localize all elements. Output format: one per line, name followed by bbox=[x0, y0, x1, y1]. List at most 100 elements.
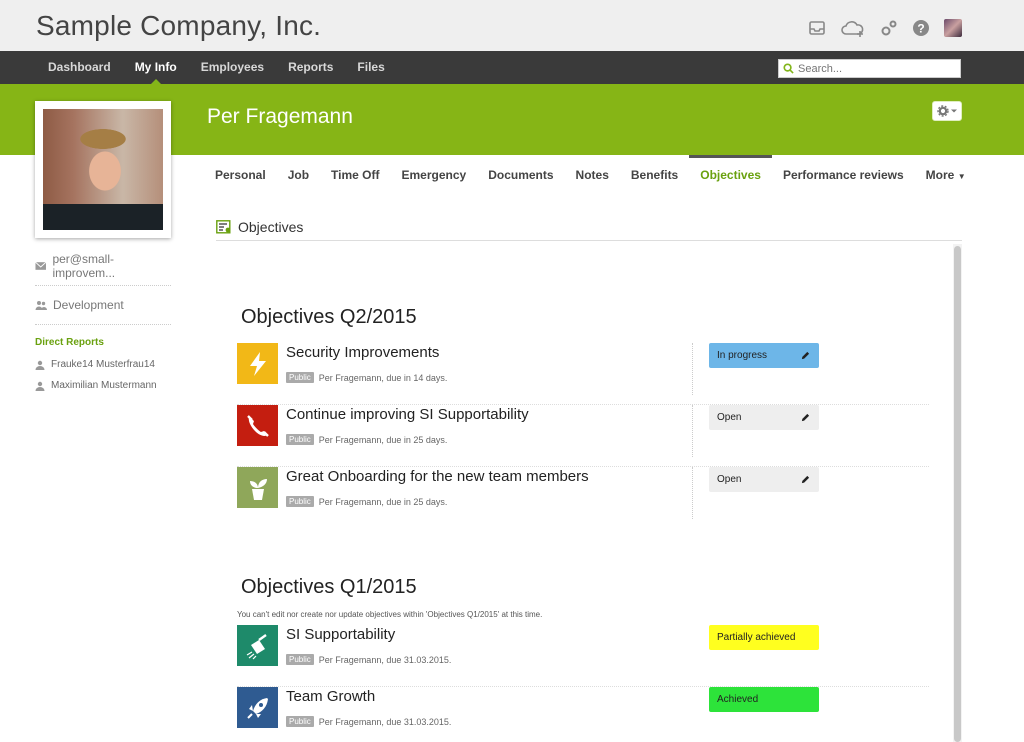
objective-row[interactable]: Continue improving SI Supportability Pub… bbox=[237, 405, 929, 467]
objective-tile bbox=[237, 687, 278, 728]
tab-more[interactable]: More ▼ bbox=[915, 155, 977, 195]
tab-personal[interactable]: Personal bbox=[204, 155, 277, 195]
pencil-icon bbox=[801, 413, 810, 422]
search-icon bbox=[783, 63, 794, 74]
top-header: Sample Company, Inc. ? bbox=[0, 0, 1024, 51]
pencil-icon bbox=[801, 351, 810, 360]
status-label-box: Partially achieved bbox=[709, 625, 819, 650]
objective-tile bbox=[237, 343, 278, 384]
visibility-badge: Public bbox=[286, 434, 314, 445]
tab-performance-reviews[interactable]: Performance reviews bbox=[772, 155, 915, 195]
visibility-badge: Public bbox=[286, 372, 314, 383]
profile-tabs: Personal Job Time Off Emergency Document… bbox=[204, 155, 977, 195]
status-label: Partially achieved bbox=[717, 632, 796, 643]
objective-owner-due: Per Fragemann, due 31.03.2015. bbox=[318, 654, 452, 665]
help-icon[interactable]: ? bbox=[912, 19, 930, 37]
direct-reports-title: Direct Reports bbox=[35, 337, 104, 348]
direct-report-item[interactable]: Maximilian Mustermann bbox=[35, 375, 171, 396]
profile-sidebar: per@small-improvem... Development Direct… bbox=[35, 251, 171, 396]
group-title: Objectives Q1/2015 bbox=[241, 576, 417, 598]
top-icons: ? bbox=[808, 19, 962, 37]
status-button[interactable]: Open bbox=[709, 467, 819, 492]
tab-documents[interactable]: Documents bbox=[477, 155, 564, 195]
objective-owner-due: Per Fragemann, due in 14 days. bbox=[318, 372, 448, 383]
tab-objectives[interactable]: Objectives bbox=[689, 155, 772, 195]
column-divider bbox=[692, 405, 693, 457]
nav-employees[interactable]: Employees bbox=[189, 51, 276, 84]
objective-row[interactable]: Team Growth Public Per Fragemann, due 31.… bbox=[237, 687, 929, 742]
department-text: Development bbox=[53, 298, 124, 312]
profile-settings-button[interactable] bbox=[932, 101, 962, 121]
email-row[interactable]: per@small-improvem... bbox=[35, 251, 171, 281]
tab-emergency[interactable]: Emergency bbox=[391, 155, 478, 195]
status-label: Achieved bbox=[717, 694, 759, 705]
envelope-icon bbox=[35, 261, 47, 270]
objective-owner-due: Per Fragemann, due in 25 days. bbox=[318, 434, 448, 445]
caret-down-icon: ▼ bbox=[957, 172, 966, 181]
profile-photo-image bbox=[43, 109, 163, 230]
objective-title[interactable]: Continue improving SI Supportability bbox=[286, 406, 529, 423]
main-nav: Dashboard My Info Employees Reports File… bbox=[0, 51, 1024, 85]
status-label: In progress bbox=[717, 350, 768, 361]
nav-my-info[interactable]: My Info bbox=[123, 51, 189, 85]
objective-row[interactable]: Great Onboarding for the new team member… bbox=[237, 467, 929, 529]
tab-benefits[interactable]: Benefits bbox=[620, 155, 689, 195]
rocket-icon bbox=[246, 697, 268, 719]
objective-row[interactable]: Security Improvements Public Per Frageman… bbox=[237, 343, 929, 405]
tab-job[interactable]: Job bbox=[277, 155, 320, 195]
objective-tile bbox=[237, 625, 278, 666]
objectives-list-icon bbox=[216, 220, 231, 234]
nav-dashboard[interactable]: Dashboard bbox=[36, 51, 123, 84]
objective-owner-due: Per Fragemann, due in 25 days. bbox=[318, 496, 448, 507]
person-name: Per Fragemann bbox=[207, 105, 353, 128]
objective-title[interactable]: Great Onboarding for the new team member… bbox=[286, 468, 589, 485]
objective-meta: Public Per Fragemann, due in 14 days. bbox=[286, 372, 447, 383]
plant-icon bbox=[249, 478, 267, 500]
user-avatar[interactable] bbox=[944, 19, 962, 37]
direct-report-name: Frauke14 Musterfrau14 bbox=[51, 359, 155, 370]
visibility-badge: Public bbox=[286, 496, 314, 507]
objective-title[interactable]: SI Supportability bbox=[286, 626, 395, 643]
objective-title[interactable]: Security Improvements bbox=[286, 344, 439, 361]
objective-tile bbox=[237, 405, 278, 446]
nav-reports[interactable]: Reports bbox=[276, 51, 345, 84]
department-row[interactable]: Development bbox=[35, 290, 171, 320]
objective-tile bbox=[237, 467, 278, 508]
phone-icon bbox=[246, 414, 269, 437]
cloud-upload-icon[interactable] bbox=[840, 19, 866, 37]
profile-photo bbox=[35, 101, 171, 238]
sidebar-divider bbox=[35, 324, 171, 325]
tab-notes[interactable]: Notes bbox=[565, 155, 620, 195]
person-icon bbox=[35, 381, 45, 391]
section-header: Objectives bbox=[216, 214, 962, 241]
objective-meta: Public Per Fragemann, due 31.03.2015. bbox=[286, 716, 451, 727]
objective-row[interactable]: SI Supportability Public Per Fragemann, d… bbox=[237, 625, 929, 687]
objective-meta: Public Per Fragemann, due in 25 days. bbox=[286, 496, 447, 507]
objective-meta: Public Per Fragemann, due 31.03.2015. bbox=[286, 654, 451, 665]
status-label: Open bbox=[717, 412, 742, 423]
lightning-icon bbox=[249, 351, 266, 376]
scrollbar-thumb[interactable] bbox=[954, 246, 961, 742]
tab-time-off[interactable]: Time Off bbox=[320, 155, 390, 195]
settings-gears-icon[interactable] bbox=[880, 19, 898, 37]
nav-files[interactable]: Files bbox=[345, 51, 396, 84]
direct-report-item[interactable]: Frauke14 Musterfrau14 bbox=[35, 354, 171, 375]
status-button[interactable]: Open bbox=[709, 405, 819, 430]
column-divider bbox=[692, 343, 693, 395]
search-input[interactable] bbox=[798, 62, 958, 75]
svg-text:?: ? bbox=[917, 22, 924, 36]
group-icon bbox=[35, 301, 47, 310]
objective-title[interactable]: Team Growth bbox=[286, 688, 375, 705]
objective-owner-due: Per Fragemann, due 31.03.2015. bbox=[318, 716, 452, 727]
column-divider bbox=[692, 467, 693, 519]
group-note: You can't edit nor create nor update obj… bbox=[237, 610, 543, 619]
visibility-badge: Public bbox=[286, 654, 314, 665]
section-title: Objectives bbox=[238, 219, 304, 235]
status-button[interactable]: In progress bbox=[709, 343, 819, 368]
status-label-box: Achieved bbox=[709, 687, 819, 712]
inbox-icon[interactable] bbox=[808, 19, 826, 37]
status-label: Open bbox=[717, 474, 742, 485]
search-box[interactable] bbox=[778, 59, 961, 78]
company-name: Sample Company, Inc. bbox=[36, 10, 322, 41]
tab-more-label: More bbox=[925, 168, 955, 182]
